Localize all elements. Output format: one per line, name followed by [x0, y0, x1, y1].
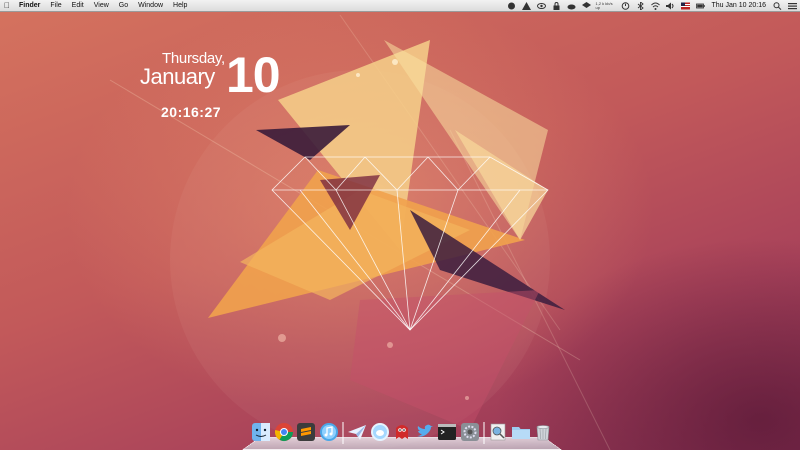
- itunes-icon[interactable]: [318, 420, 340, 444]
- finder-icon[interactable]: [250, 420, 272, 444]
- battery-icon[interactable]: [695, 2, 705, 10]
- wifi-icon[interactable]: [650, 2, 660, 10]
- notification-center-icon[interactable]: [788, 2, 797, 10]
- twitter-icon[interactable]: [414, 420, 436, 444]
- eye-icon[interactable]: [536, 2, 546, 10]
- status-area: 1,2 k kb/s up Thu Jan 10 20:16: [504, 0, 800, 11]
- sublime-text-icon[interactable]: [295, 420, 317, 444]
- wallpaper-artwork: [109, 14, 611, 450]
- widget-time: 20:16:27: [161, 104, 222, 120]
- lock-icon[interactable]: [552, 1, 561, 10]
- menu-app-finder[interactable]: Finder: [14, 0, 45, 11]
- date-time-widget: Thursday, January 10 20:16:27: [140, 44, 300, 134]
- paper-plane-icon[interactable]: [346, 420, 368, 444]
- red-monster-icon[interactable]: [391, 420, 413, 444]
- menu-window[interactable]: Window: [133, 0, 168, 11]
- menu-file[interactable]: File: [45, 0, 66, 11]
- apple-menu-icon[interactable]: : [0, 0, 14, 11]
- desktop-background:  Finder File Edit View Go Window Help 1…: [0, 0, 800, 450]
- widget-day: 10: [226, 47, 281, 103]
- trash-icon[interactable]: [532, 420, 554, 444]
- menubar-clock[interactable]: Thu Jan 10 20:16: [708, 0, 771, 11]
- bluetooth-icon[interactable]: [636, 0, 645, 11]
- system-preferences-icon[interactable]: [459, 420, 481, 444]
- menu-edit[interactable]: Edit: [67, 0, 89, 11]
- menu-bar:  Finder File Edit View Go Window Help 1…: [0, 0, 800, 12]
- evernote-icon[interactable]: [507, 2, 516, 10]
- time-machine-icon[interactable]: [621, 1, 630, 10]
- dropbox-icon[interactable]: [581, 1, 591, 10]
- menu-go[interactable]: Go: [114, 0, 133, 11]
- widget-month: January: [140, 64, 215, 89]
- cloud-sync-icon[interactable]: [567, 2, 576, 10]
- messenger-bird-icon[interactable]: [369, 420, 391, 444]
- spotlight-search-icon[interactable]: [773, 1, 782, 10]
- documents-folder-icon[interactable]: [510, 420, 532, 444]
- dock-separator: [342, 422, 344, 444]
- preview-icon[interactable]: [487, 420, 509, 444]
- chrome-icon[interactable]: [273, 420, 295, 444]
- network-speed-text: 1,2 k kb/s up: [595, 0, 613, 10]
- us-flag-icon[interactable]: [680, 2, 690, 10]
- terminal-icon[interactable]: [436, 420, 458, 444]
- menu-help[interactable]: Help: [168, 0, 192, 11]
- menu-view[interactable]: View: [89, 0, 114, 11]
- dock: [242, 418, 562, 450]
- dock-separator: [483, 422, 485, 444]
- volume-icon[interactable]: [665, 2, 675, 10]
- alert-icon[interactable]: [521, 1, 531, 10]
